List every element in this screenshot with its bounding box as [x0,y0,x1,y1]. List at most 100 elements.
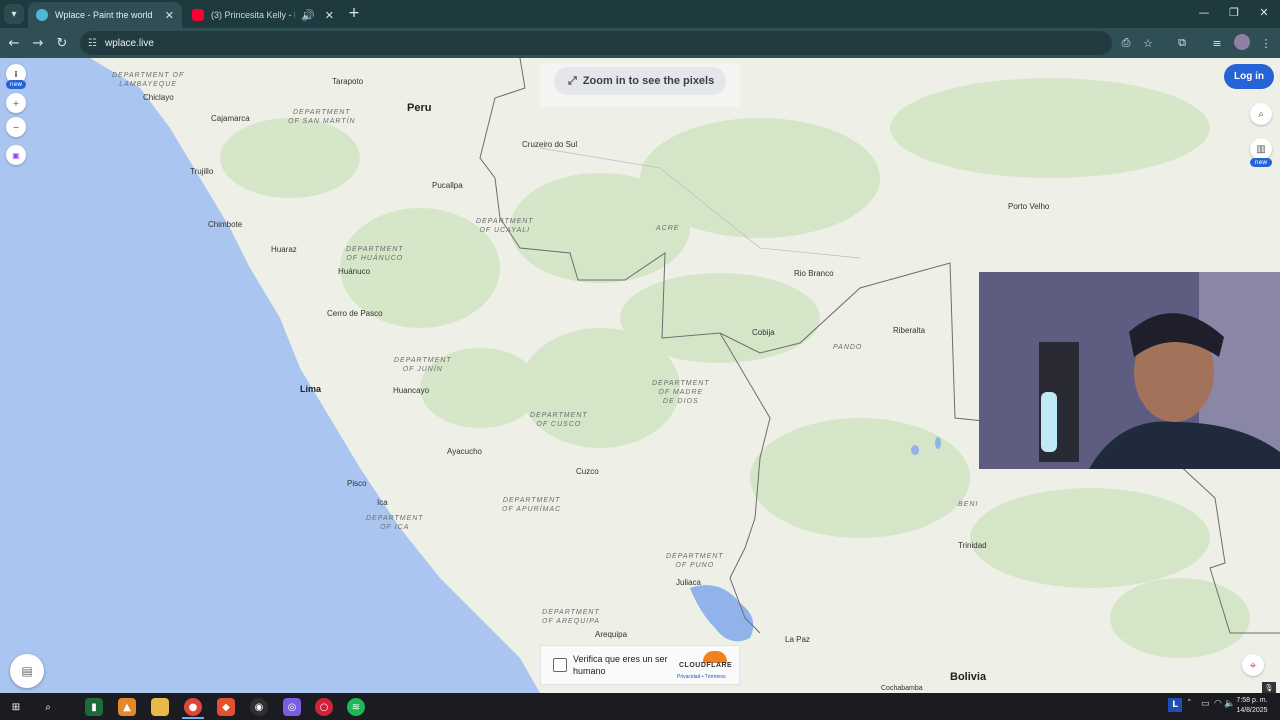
microphone-icon: 🎙 [1262,682,1276,693]
city-label: La Paz [785,635,810,644]
brave-app-icon[interactable]: ◆ [217,698,235,716]
city-label: Trujillo [190,167,214,176]
youtube-favicon-icon [192,9,204,21]
cloudflare-brand: CLOUDFLARE [679,662,733,669]
back-arrow-icon[interactable]: ← [6,35,22,51]
clock-time: 7:58 p. m. [1236,697,1268,704]
file-explorer-icon[interactable] [151,698,169,716]
tab-title: (3) Princesita Kelly - Mi gati [211,10,295,20]
region-label-cusco: DEPARTMENT OF CUSCO [530,412,588,428]
tab-wplace[interactable]: Wplace - Paint the world ✕ [28,2,182,28]
browser-toolbar: ← → ↻ ☷ wplace.live ⎙ ☆ ⧉ ≡ ⋮ [0,28,1280,58]
zoom-out-button[interactable]: − [6,117,26,137]
tab-search-chevron-down-icon[interactable]: ▾ [4,4,24,24]
tab-close-icon[interactable]: ✕ [325,9,334,22]
captcha-links[interactable]: Privacidad • Términos [677,674,726,680]
city-label: Pisco [347,479,367,488]
twitch-icon[interactable]: ▣ [6,145,26,165]
city-label: Cerro de Pasco [327,309,383,318]
zoom-in-icon: ⤢ [568,74,577,87]
city-label: Cobija [752,328,775,337]
city-label: Huánuco [338,267,371,276]
streamer-webcam-overlay [979,272,1280,469]
search-icon[interactable]: ⌕ [39,698,57,716]
os-taskbar: ⊞ ⌕ ▮ ▲ ● ◆ ◉ ◎ ○ ≋ L ˄ ▭ ◠ 🔈 7:58 p. m.… [0,693,1280,720]
spotify-app-icon[interactable]: ≋ [347,698,365,716]
obs-app-icon[interactable]: ◉ [250,698,268,716]
tab-title: Wplace - Paint the world [55,10,153,20]
city-label: Juliaca [676,578,701,587]
region-label-ucayali: DEPARTMENT OF UCAYALI [476,218,534,234]
browser-tab-strip: ▾ Wplace - Paint the world ✕ (3) Princes… [0,0,1280,28]
country-label-peru: Peru [407,102,432,114]
address-bar[interactable]: ☷ wplace.live [80,31,1112,55]
bookmark-star-icon[interactable]: ☆ [1141,36,1155,50]
city-label: Chiclayo [143,93,174,102]
new-badge: new [1250,158,1272,167]
captcha-label: Verifica que eres un ser humano [573,654,668,676]
url-text: wplace.live [104,37,154,49]
speaker-icon[interactable]: 🔊 [301,9,315,22]
paint-palette-button[interactable]: ▤ [10,654,44,688]
window-close-icon[interactable]: ✕ [1256,6,1272,19]
reload-icon[interactable]: ↻ [54,35,70,51]
city-label: Huaraz [271,245,297,254]
windows-start-icon[interactable]: ⊞ [7,698,25,716]
region-label-ica: DEPARTMENT OF ICA [366,515,424,531]
search-location-icon[interactable]: ⌕ [1250,103,1272,125]
city-label: Cajamarca [211,114,250,123]
region-label-apurimac: DEPARTMENT OF APURÍMAC [502,497,562,513]
system-clock[interactable]: 7:58 p. m. 14/8/2025 [1232,696,1272,716]
extensions-puzzle-icon[interactable]: ⧉ [1175,36,1189,50]
zoom-in-button[interactable]: + [6,93,26,113]
city-label: Rio Branco [794,269,834,278]
city-label: Ayacucho [447,447,482,456]
wifi-icon[interactable]: ◠ [1214,699,1222,709]
city-label: Chimbote [208,220,243,229]
world-map-canvas[interactable]: DEPARTMENT OF LAMBAYEQUE DEPARTMENT OF SAN… [0,58,1280,693]
webcam-image [979,272,1280,469]
city-label: Tarapoto [332,77,364,86]
tray-chevron-up-icon[interactable]: ˄ [1187,699,1192,709]
restore-icon[interactable]: ❐ [1226,6,1242,19]
zoom-hint-text: Zoom in to see the pixels [582,75,715,87]
new-tab-plus-icon[interactable]: + [346,5,362,21]
network-icon[interactable]: ▭ [1201,699,1210,709]
site-settings-icon[interactable]: ☷ [88,38,97,49]
wplace-favicon-icon [36,9,48,21]
city-label: Cruzeiro do Sul [522,140,578,149]
minimize-icon[interactable]: — [1196,6,1212,19]
chrome-app-icon[interactable]: ● [184,698,202,716]
region-label-junin: DEPARTMENT OF JUNÍN [394,357,452,373]
region-label-pando: PANDO [833,344,863,351]
tab-youtube[interactable]: (3) Princesita Kelly - Mi gati 🔊 ✕ [184,2,342,28]
new-badge: new [6,80,26,89]
region-label-beni: BENI [958,501,979,508]
locate-me-icon[interactable]: ⌖ [1242,654,1264,676]
terminal-app-icon[interactable]: ▮ [85,698,103,716]
city-label: Trinidad [958,541,987,550]
more-menu-icon[interactable]: ⋮ [1259,36,1273,50]
profile-avatar-icon[interactable] [1234,34,1250,50]
active-app-indicator [182,717,204,719]
forward-arrow-icon[interactable]: → [30,35,46,51]
install-app-icon[interactable]: ⎙ [1119,36,1133,50]
login-button[interactable]: Log in [1224,64,1274,89]
vlc-app-icon[interactable]: ▲ [118,698,136,716]
region-label-san-martin: DEPARTMENT OF SAN MARTÍN [288,109,356,125]
leaderboard-icon[interactable]: ▥ [1250,138,1272,160]
clock-date: 14/8/2025 [1236,707,1268,714]
tab-close-icon[interactable]: ✕ [165,9,174,22]
region-label-huanuco: DEPARTMENT OF HUÁNUCO [346,246,404,262]
discord-app-icon[interactable]: ◎ [283,698,301,716]
city-label-capital: Lima [300,384,322,394]
opera-app-icon[interactable]: ○ [315,698,333,716]
region-label-madre-de-dios: DEPARTMENT OF MADRE DE DIOS [652,380,710,405]
human-verification-checkbox[interactable] [553,658,567,672]
media-queue-icon[interactable]: ≡ [1210,36,1224,50]
city-label: Huancayo [393,386,430,395]
input-language-indicator[interactable]: L [1168,698,1182,712]
city-label: Riberalta [893,326,926,335]
region-label-lambayeque: DEPARTMENT OF LAMBAYEQUE [112,72,185,88]
city-label: Ica [377,498,388,507]
